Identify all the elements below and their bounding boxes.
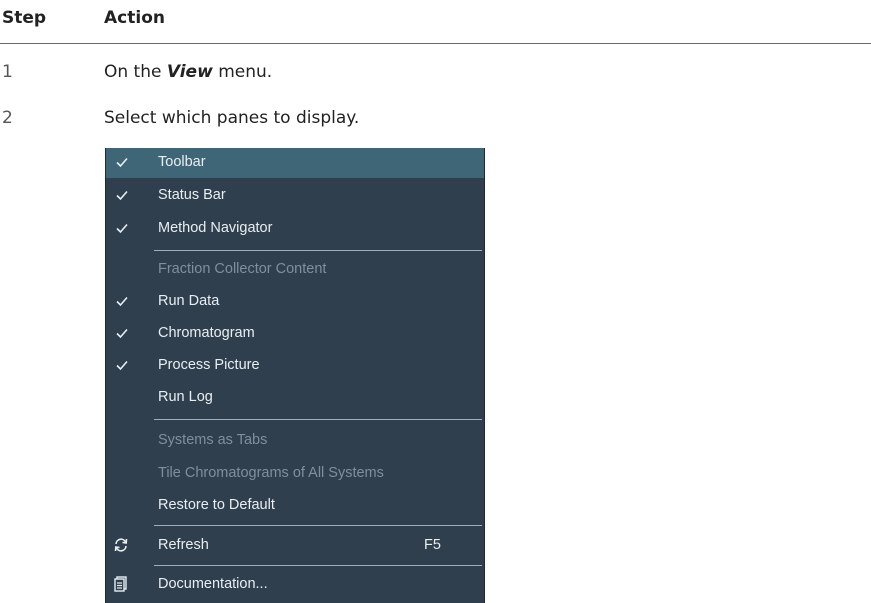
menu-separator <box>154 565 482 566</box>
action-column-header: Action <box>104 8 165 28</box>
menu-item-method-navigator[interactable]: Method Navigator <box>106 214 484 244</box>
menu-item-toolbar[interactable]: Toolbar <box>106 148 484 178</box>
menu-item-label: Fraction Collector Content <box>158 261 327 277</box>
menu-item-process-picture[interactable]: Process Picture <box>106 351 484 381</box>
menu-item-label: Tile Chromatograms of All Systems <box>158 465 384 481</box>
menu-item-tile-chromatograms: Tile Chromatograms of All Systems <box>106 459 484 489</box>
view-menu: Toolbar Status Bar Method Navigator Frac… <box>105 148 485 603</box>
step-number: 1 <box>2 62 13 82</box>
table-row: 1 On the View menu. <box>0 62 871 92</box>
menu-item-run-data[interactable]: Run Data <box>106 287 484 317</box>
menu-item-label: Chromatogram <box>158 325 255 341</box>
checkmark-icon <box>116 296 128 307</box>
step-column-header: Step <box>2 8 47 28</box>
menu-item-label: Process Picture <box>158 357 260 373</box>
menu-item-label: Method Navigator <box>158 220 273 236</box>
table-row: 2 Select which panes to display. <box>0 108 871 138</box>
checkmark-icon <box>116 190 128 201</box>
step-text-part: menu. <box>212 62 273 82</box>
refresh-icon <box>114 538 128 552</box>
shortcut-label: F5 <box>424 537 441 553</box>
menu-item-restore-to-default[interactable]: Restore to Default <box>106 491 484 521</box>
table-header: Step Action <box>0 0 871 44</box>
menu-item-label: Refresh <box>158 537 209 553</box>
checkmark-icon <box>116 223 128 234</box>
menu-item-label: Toolbar <box>158 154 206 170</box>
menu-item-status-bar[interactable]: Status Bar <box>106 181 484 211</box>
step-text: On the View menu. <box>104 62 272 82</box>
menu-item-systems-as-tabs: Systems as Tabs <box>106 426 484 456</box>
menu-item-chromatogram[interactable]: Chromatogram <box>106 319 484 349</box>
menu-separator <box>154 250 482 251</box>
step-text: Select which panes to display. <box>104 108 360 128</box>
menu-item-label: Systems as Tabs <box>158 432 268 448</box>
step-text-part: On the <box>104 62 167 82</box>
view-menu-name: View <box>166 62 213 82</box>
menu-item-run-log[interactable]: Run Log <box>106 383 484 413</box>
menu-item-label: Run Data <box>158 293 220 309</box>
menu-item-label: Run Log <box>158 389 213 405</box>
menu-separator <box>154 525 482 526</box>
checkmark-icon <box>116 360 128 371</box>
menu-item-fraction-collector-content: Fraction Collector Content <box>106 255 484 285</box>
menu-item-label: Status Bar <box>158 187 226 203</box>
menu-item-label: Documentation... <box>158 576 268 592</box>
document-icon <box>114 576 127 592</box>
menu-separator <box>154 419 482 420</box>
checkmark-icon <box>116 157 128 168</box>
step-number: 2 <box>2 108 13 128</box>
menu-item-documentation[interactable]: Documentation... <box>106 570 484 600</box>
checkmark-icon <box>116 328 128 339</box>
menu-item-label: Restore to Default <box>158 497 275 513</box>
menu-item-refresh[interactable]: Refresh F5 <box>106 531 484 561</box>
